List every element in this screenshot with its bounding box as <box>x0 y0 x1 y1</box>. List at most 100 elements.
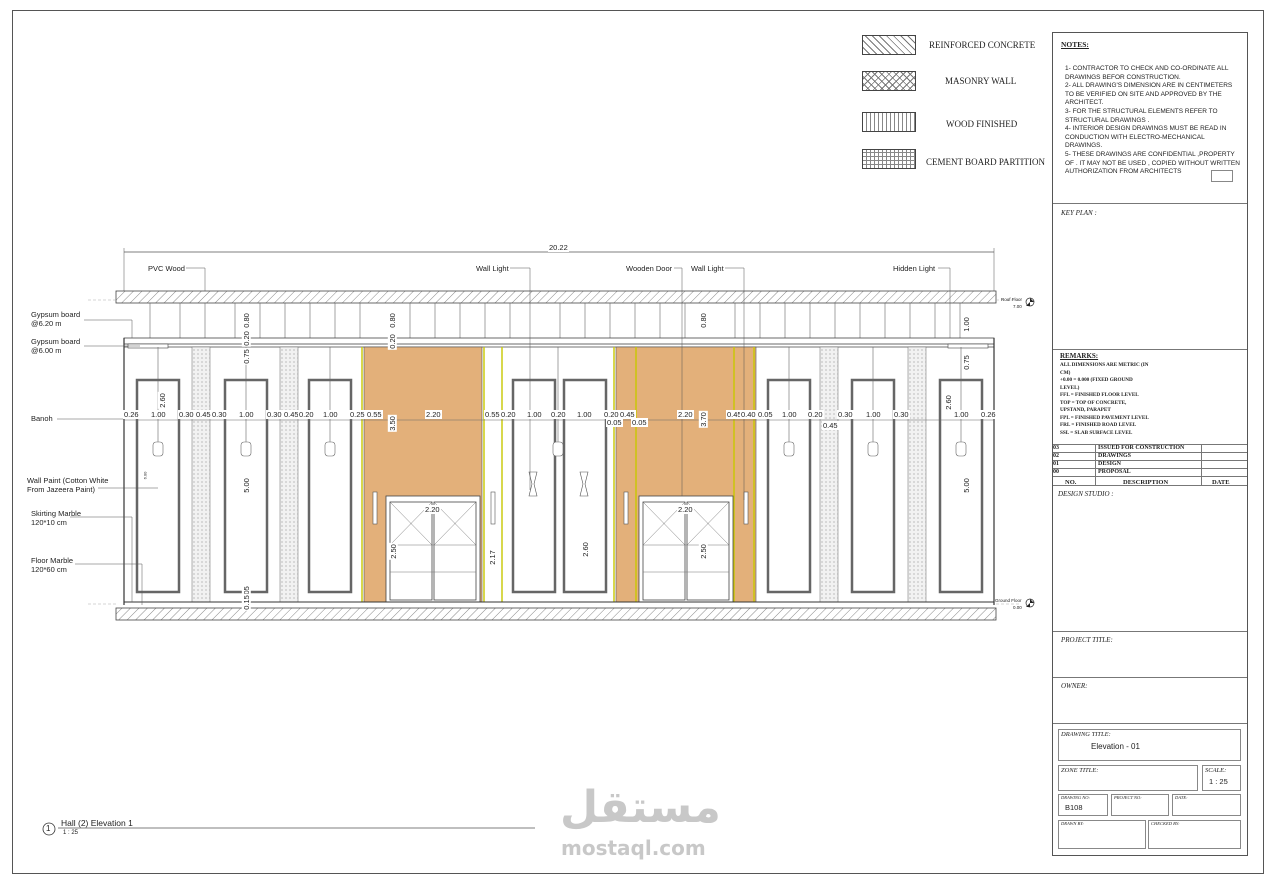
checked-by-label: CHECKED BY: <box>1151 821 1180 826</box>
dimension-text: 5.00 <box>961 477 971 494</box>
dimension-text: 0.30 <box>178 410 195 419</box>
remark-item: FRL = FINISHED ROAD LEVEL <box>1060 422 1137 428</box>
dimension-text: 0.20 <box>387 333 397 350</box>
dimension-text: 2.17 <box>487 549 497 566</box>
dimension-text: 1.00 <box>526 410 543 419</box>
callout-gypsum-600: Gypsum board @6.00 m <box>31 337 81 355</box>
dimension-text: 0.80 <box>387 312 397 329</box>
note-item: 1- CONTRACTOR TO CHECK AND CO-ORDINATE A… <box>1065 65 1229 81</box>
callout-skirting-marble: Skirting Marble 120*10 cm <box>31 509 82 527</box>
dimension-text: 0.55 <box>484 410 501 419</box>
callout-gypsum-620: Gypsum board @6.20 m <box>31 310 81 328</box>
remark-item: FPL = FINISHED PAVEMENT LEVEL <box>1060 414 1149 421</box>
owner-label: OWNER: <box>1061 682 1088 690</box>
dimension-text: 1.00 <box>576 410 593 419</box>
dimension-text: 0.25 <box>349 410 366 419</box>
overall-width-dimension: 20.22 <box>548 243 569 252</box>
dimension-text: 0.15 <box>241 594 251 611</box>
revision-header-no: NO. <box>1065 479 1077 486</box>
callout-hidden-light: Hidden Light <box>893 264 936 273</box>
callout-pvc-wood: PVC Wood <box>148 264 185 273</box>
dimension-text: 1.00 <box>238 410 255 419</box>
revision-no: 02 <box>1053 453 1059 459</box>
dimension-text: 2.60 <box>580 541 590 558</box>
ground-level-label: Ground Floor <box>995 598 1022 603</box>
zone-title-field: ZONE TITLE: <box>1058 765 1198 791</box>
dimension-text: 0.80 <box>241 312 251 329</box>
callout-wall-light: Wall Light <box>691 264 724 273</box>
revision-header-date: DATE <box>1212 479 1230 486</box>
dimension-text: 3.50 <box>387 415 397 432</box>
drawn-by-field: DRAWN BY: <box>1058 820 1146 849</box>
revision-no: 03 <box>1053 445 1059 451</box>
dimension-text: 2.50 <box>698 543 708 560</box>
callout-wooden-door: Wooden Door <box>626 264 673 273</box>
project-no-label: PROJECT NO: <box>1114 795 1142 800</box>
dimension-text: 0.45 <box>822 421 839 430</box>
dimension-text: 0.30 <box>893 410 910 419</box>
revision-header-description: DESCRIPTION <box>1123 479 1169 486</box>
dimension-text: 2.20 <box>677 505 694 514</box>
dimension-text: 0.40 <box>740 410 757 419</box>
dimension-text: 1.00 <box>322 410 339 419</box>
revision-desc-column: ISSUED FOR CONSTRUCTION DRAWINGS DESIGN … <box>1098 444 1198 476</box>
drawing-no-field: DRAWING NO: B108 <box>1058 794 1108 816</box>
dimension-text: 2.20 <box>677 410 694 419</box>
revision-desc: ISSUED FOR CONSTRUCTION <box>1098 445 1185 451</box>
project-no-field: PROJECT NO: <box>1111 794 1169 816</box>
revision-no-column: 03 02 01 00 <box>1053 444 1095 476</box>
dimension-text: 2.20 <box>424 505 441 514</box>
dimension-text: 0.05 <box>606 418 623 427</box>
date-label: DATE: <box>1175 795 1188 800</box>
dimension-text: 0.20 <box>500 410 517 419</box>
view-title: Hall (2) Elevation 1 <box>61 818 133 828</box>
dimension-text: 2.60 <box>157 392 167 409</box>
roof-level-value: 7.00 <box>1013 304 1022 309</box>
view-number: 1 <box>46 824 51 833</box>
notes-title: NOTES: <box>1061 40 1089 49</box>
dimension-text: 2.60 <box>943 394 953 411</box>
callout-floor-marble: Floor Marble 120*60 cm <box>31 556 74 574</box>
dimension-text: 0.26 <box>980 410 997 419</box>
dimension-text: 1.00 <box>961 316 971 333</box>
ground-level-value: 0.00 <box>1013 605 1022 610</box>
dimension-text: 0.30 <box>266 410 283 419</box>
scale-label: SCALE: <box>1205 767 1227 774</box>
date-field: DATE: <box>1172 794 1241 816</box>
remarks-title: REMARKS: <box>1060 352 1099 360</box>
dimension-text: 5.00 <box>241 477 251 494</box>
zone-title-label: ZONE TITLE: <box>1061 767 1099 774</box>
callout-wall-paint: Wall Paint (Cotton White From Jazeera Pa… <box>27 476 109 494</box>
dimension-text: 0.05 <box>631 418 648 427</box>
drawn-by-label: DRAWN BY: <box>1061 821 1084 826</box>
watermark-arabic: مستقل <box>560 782 721 833</box>
small-dimension-mark: 6.00 <box>142 471 148 480</box>
revision-desc: DRAWINGS <box>1098 453 1132 459</box>
revision-desc: DESIGN <box>1098 461 1122 467</box>
dimension-text: 0.05 <box>757 410 774 419</box>
dimension-text: 0.55 <box>366 410 383 419</box>
design-studio-label: DESIGN STUDIO : <box>1058 490 1114 498</box>
callout-banoh: Banoh <box>31 414 53 423</box>
remark-item: ALL DIMENSIONS ARE METRIC (IN CM) <box>1060 362 1149 376</box>
drawing-no-value: B108 <box>1065 803 1083 812</box>
title-block: NOTES: 1- CONTRACTOR TO CHECK AND CO-ORD… <box>1052 32 1248 856</box>
dimension-text: 0.20 <box>298 410 315 419</box>
remark-item: TOP = TOP OF CONCRETE, UPSTAND, PARAPET <box>1060 399 1127 414</box>
dimension-text: 0.20 <box>241 330 251 347</box>
notes-list: 1- CONTRACTOR TO CHECK AND CO-ORDINATE A… <box>1065 65 1241 177</box>
owner-placeholder-box <box>1211 170 1233 182</box>
dimension-text: 0.26 <box>123 410 140 419</box>
note-item: 2- ALL DRAWING'S DIMENSION ARE IN CENTIM… <box>1065 82 1233 107</box>
remarks-list: ALL DIMENSIONS ARE METRIC (IN CM) +0.00 … <box>1060 362 1150 437</box>
dimension-text: 2.20 <box>425 410 442 419</box>
dimension-text: 1.00 <box>150 410 167 419</box>
dimension-text: 0.30 <box>211 410 228 419</box>
key-plan-label: KEY PLAN : <box>1061 209 1097 217</box>
dimension-text: 0.20 <box>550 410 567 419</box>
note-item: 4- INTERIOR DESIGN DRAWINGS MUST BE READ… <box>1065 125 1227 150</box>
remark-item: FFL = FINISHED FLOOR LEVEL <box>1060 392 1139 398</box>
scale-field: SCALE: 1 : 25 <box>1202 765 1241 791</box>
checked-by-field: CHECKED BY: <box>1148 820 1241 849</box>
drawing-no-label: DRAWING NO: <box>1061 795 1090 800</box>
